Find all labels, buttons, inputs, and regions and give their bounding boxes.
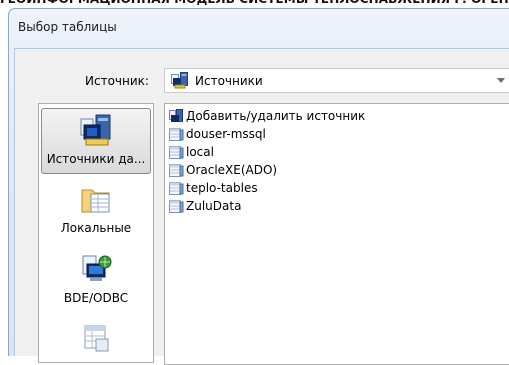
list-item-label: OracleXE(ADO)	[186, 163, 278, 177]
list-item-label: douser-mssql	[186, 127, 266, 141]
local-folder-icon	[81, 189, 110, 213]
sidebar-item-label: Источники да...	[46, 152, 146, 166]
database-icon	[169, 200, 184, 213]
list-item[interactable]: local	[168, 143, 214, 161]
select-table-dialog: Выбор таблицы Источник: Источники Источн…	[8, 8, 509, 365]
list-item-label: teplo-tables	[186, 181, 258, 195]
source-label: Источник:	[85, 74, 149, 88]
header-strip-text: ГЕОИНФОРМАЦИОННАЯ МОДЕЛЬ СИСТЕМЫ ТЕПЛОСН…	[0, 0, 509, 8]
data-sources-icon	[80, 114, 111, 146]
source-combobox-value: Источники	[195, 73, 263, 88]
sources-list: Добавить/удалить источник douser-mssql l…	[164, 103, 509, 365]
database-icon	[169, 128, 184, 141]
dialog-title: Выбор таблицы	[18, 20, 117, 34]
table-icon	[84, 325, 109, 352]
dialog-client-area: Источник: Источники Источники да... Лока…	[14, 48, 509, 365]
database-icon	[169, 146, 184, 159]
list-item-label: Добавить/удалить источник	[186, 109, 366, 123]
source-combobox[interactable]: Источники	[164, 68, 509, 93]
data-sources-icon	[171, 72, 188, 89]
database-icon	[169, 164, 184, 177]
list-item[interactable]: OracleXE(ADO)	[168, 161, 277, 179]
sidebar-item-bde-odbc[interactable]: BDE/ODBC	[41, 248, 151, 314]
sidebar-item-table[interactable]	[41, 318, 151, 362]
sidebar-item-local[interactable]: Локальные	[41, 178, 151, 244]
list-item[interactable]: Добавить/удалить источник	[168, 107, 365, 125]
list-item-label: local	[186, 145, 214, 159]
sidebar-item-label: BDE/ODBC	[63, 291, 129, 305]
add-remove-source-icon	[169, 109, 183, 122]
list-item[interactable]: teplo-tables	[168, 179, 258, 197]
list-item[interactable]: douser-mssql	[168, 125, 266, 143]
list-item[interactable]: ZuluData	[168, 197, 241, 215]
sidebar-item-label: Локальные	[60, 221, 132, 235]
chevron-down-icon[interactable]	[497, 78, 505, 83]
bde-odbc-icon	[82, 255, 112, 281]
database-icon	[169, 182, 184, 195]
sidebar-item-data-sources[interactable]: Источники да...	[41, 108, 151, 174]
source-label-text: Источник:	[85, 74, 149, 88]
source-type-sidebar: Источники да... Локальные BDE/ODBC	[38, 103, 154, 363]
list-item-label: ZuluData	[186, 199, 242, 213]
